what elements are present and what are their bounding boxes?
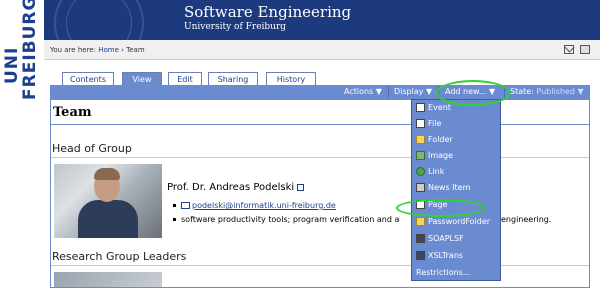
- mail-icon: [181, 202, 190, 209]
- section-heading-leaders: Research Group Leaders: [52, 250, 187, 263]
- person-photo: [54, 164, 162, 238]
- breadcrumb-home-link[interactable]: Home: [98, 46, 119, 54]
- menu-item-label: Event: [428, 103, 451, 112]
- breadcrumb-prefix: You are here:: [50, 46, 96, 54]
- menu-item-file[interactable]: File: [416, 116, 500, 132]
- menu-item-label: Image: [428, 151, 454, 160]
- breadcrumb-bar: You are here: Home › Team: [44, 40, 600, 60]
- tab-view[interactable]: View: [122, 72, 162, 86]
- menu-item-image[interactable]: Image: [416, 148, 500, 164]
- section-divider: [51, 157, 589, 158]
- menu-item-label: Folder: [428, 135, 453, 144]
- tab-edit[interactable]: Edit: [168, 72, 202, 86]
- person-email-row: podelski@informatik.uni-freiburg.de: [173, 201, 336, 210]
- breadcrumb: You are here: Home › Team: [50, 46, 145, 54]
- tab-history[interactable]: History: [266, 72, 316, 86]
- site-title[interactable]: Software Engineering: [184, 3, 351, 21]
- state-menu[interactable]: State: Published ▼: [510, 87, 584, 96]
- section-heading-head: Head of Group: [52, 142, 132, 155]
- logo-line1: UNI: [2, 46, 22, 84]
- university-logo: UNI FREIBURG: [0, 0, 44, 288]
- menu-item-link[interactable]: Link: [416, 164, 500, 180]
- bullet: [173, 204, 176, 207]
- password-folder-icon: [416, 217, 425, 226]
- state-value[interactable]: Published ▼: [536, 87, 583, 96]
- menu-item-label: PasswordFolder: [428, 217, 491, 226]
- person-interests-row: software productivity tools; program ver…: [173, 215, 399, 224]
- tab-sharing[interactable]: Sharing: [208, 72, 258, 86]
- page-title: Team: [53, 105, 92, 120]
- menu-item-soaplsf[interactable]: SOAPLSF: [416, 231, 500, 247]
- soap-icon: [416, 234, 425, 243]
- highlight-ring-add-new: [436, 80, 510, 106]
- person-interests-tail: engineering.: [501, 215, 552, 224]
- site-header: Software Engineering University of Freib…: [44, 0, 600, 40]
- print-icon[interactable]: [580, 45, 590, 54]
- action-separator: [388, 86, 389, 98]
- breadcrumb-separator: ›: [121, 46, 124, 54]
- highlight-ring-page: [396, 199, 486, 217]
- xsl-icon: [416, 251, 425, 260]
- menu-item-label: XSLTrans: [428, 251, 464, 260]
- actions-menu[interactable]: Actions ▼: [344, 87, 382, 96]
- add-new-dropdown: Event File Folder Image Link News Item P…: [411, 99, 501, 281]
- bullet: [173, 218, 176, 221]
- menu-item-folder[interactable]: Folder: [416, 132, 500, 148]
- menu-item-label: File: [428, 119, 442, 128]
- title-divider: [51, 124, 589, 125]
- person-name-text: Prof. Dr. Andreas Podelski: [167, 182, 295, 193]
- display-menu[interactable]: Display ▼: [394, 87, 432, 96]
- menu-item-label: News Item: [428, 183, 471, 192]
- logo-line2: FREIBURG: [20, 0, 40, 100]
- file-icon: [416, 119, 425, 128]
- news-icon: [416, 183, 425, 192]
- menu-item-label: Link: [428, 167, 445, 176]
- person-name: Prof. Dr. Andreas Podelski: [167, 182, 305, 193]
- person-photo: [54, 272, 162, 287]
- link-icon: [416, 167, 425, 176]
- menu-item-restrictions[interactable]: Restrictions...: [416, 265, 500, 281]
- page-content: Team Head of Group Prof. Dr. Andreas Pod…: [50, 99, 590, 288]
- seal-decoration-inner: [66, 0, 132, 40]
- site-subtitle: University of Freiburg: [184, 22, 287, 32]
- section-divider: [51, 265, 589, 266]
- menu-item-label: SOAPLSF: [428, 234, 464, 243]
- person-email-link[interactable]: podelski@informatik.uni-freiburg.de: [192, 201, 336, 210]
- event-icon: [416, 103, 425, 112]
- menu-item-news-item[interactable]: News Item: [416, 180, 500, 196]
- state-label: State:: [510, 87, 534, 96]
- tab-contents[interactable]: Contents: [62, 72, 114, 86]
- folder-icon: [416, 135, 425, 144]
- external-link-icon[interactable]: [297, 183, 305, 191]
- image-icon: [416, 151, 425, 160]
- person-interests: software productivity tools; program ver…: [181, 215, 400, 224]
- breadcrumb-current: Team: [126, 46, 145, 54]
- send-mail-icon[interactable]: [564, 45, 574, 54]
- menu-item-xsltrans[interactable]: XSLTrans: [416, 248, 500, 264]
